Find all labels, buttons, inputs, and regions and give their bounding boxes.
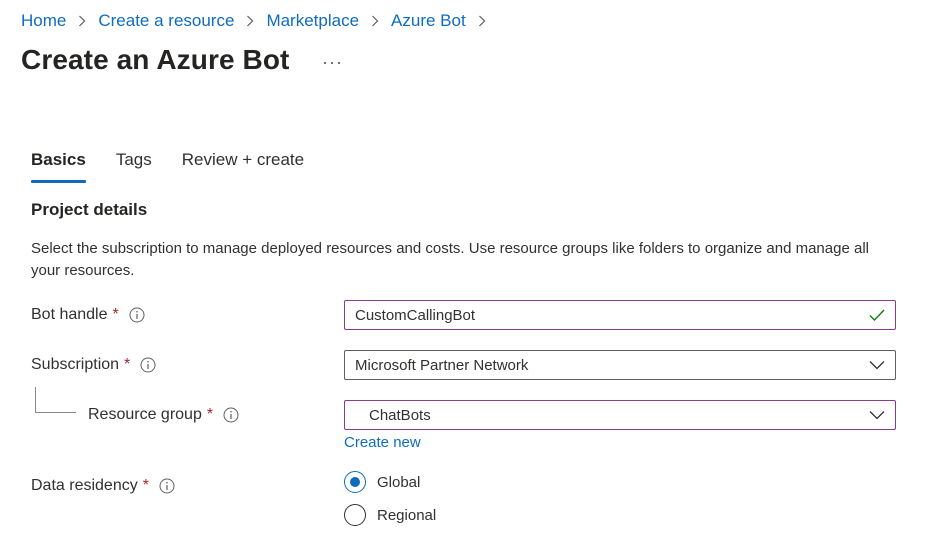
tab-basics[interactable]: Basics — [31, 150, 86, 183]
breadcrumb-create-resource[interactable]: Create a resource — [98, 11, 234, 31]
chevron-right-icon — [371, 15, 379, 27]
checkmark-icon — [869, 309, 885, 321]
info-icon[interactable] — [129, 307, 145, 323]
breadcrumb-azure-bot[interactable]: Azure Bot — [391, 11, 466, 31]
info-icon[interactable] — [140, 357, 156, 373]
required-marker: * — [142, 477, 149, 494]
info-icon[interactable] — [159, 478, 175, 494]
subscription-value: Microsoft Partner Network — [355, 356, 529, 374]
bot-handle-label: Bot handle * — [31, 306, 145, 324]
resource-group-label: Resource group * — [88, 406, 239, 424]
breadcrumb: Home Create a resource Marketplace Azure… — [21, 10, 498, 32]
data-residency-label-text: Data residency — [31, 477, 138, 494]
breadcrumb-marketplace[interactable]: Marketplace — [266, 11, 359, 31]
radio-global[interactable]: Global — [344, 471, 420, 493]
chevron-down-icon — [869, 410, 885, 420]
resource-group-label-text: Resource group — [88, 406, 202, 423]
create-new-link[interactable]: Create new — [344, 434, 421, 451]
bot-handle-label-text: Bot handle — [31, 306, 108, 323]
bot-handle-input[interactable]: CustomCallingBot — [344, 300, 896, 330]
resource-group-dropdown[interactable]: ChatBots — [344, 400, 896, 430]
tree-connector — [35, 387, 76, 413]
breadcrumb-home[interactable]: Home — [21, 11, 66, 31]
subscription-dropdown[interactable]: Microsoft Partner Network — [344, 350, 896, 380]
bot-handle-value: CustomCallingBot — [355, 306, 476, 324]
data-residency-label: Data residency * — [31, 477, 175, 495]
required-marker: * — [124, 356, 131, 373]
required-marker: * — [206, 406, 214, 423]
chevron-right-icon — [246, 15, 254, 27]
radio-regional[interactable]: Regional — [344, 504, 436, 526]
tab-tags[interactable]: Tags — [116, 150, 152, 181]
page-title: Create an Azure Bot — [21, 44, 290, 75]
section-heading: Project details — [31, 200, 148, 219]
chevron-right-icon — [78, 15, 86, 27]
radio-global-label: Global — [377, 473, 421, 491]
info-icon[interactable] — [223, 407, 239, 423]
chevron-right-icon — [478, 15, 486, 27]
radio-selected-icon — [344, 471, 366, 493]
resource-group-value: ChatBots — [369, 406, 431, 424]
radio-regional-label: Regional — [377, 506, 437, 524]
chevron-down-icon — [869, 360, 885, 370]
subscription-label-text: Subscription — [31, 356, 120, 373]
more-options-button[interactable]: ··· — [322, 52, 343, 73]
subscription-label: Subscription * — [31, 356, 156, 374]
tab-review-create[interactable]: Review + create — [182, 150, 304, 181]
required-marker: * — [112, 306, 119, 323]
radio-unselected-icon — [344, 504, 366, 526]
section-description: Select the subscription to manage deploy… — [31, 240, 869, 279]
tab-bar: Basics Tags Review + create — [31, 150, 334, 183]
